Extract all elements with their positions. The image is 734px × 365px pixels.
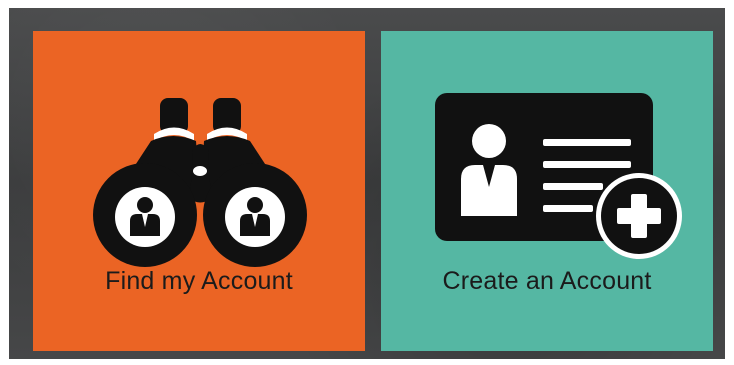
id-card-add-icon (381, 31, 713, 271)
account-options-panel: Find my Account Create an Account (9, 8, 725, 359)
find-my-account-label: Find my Account (105, 267, 293, 295)
create-an-account-button[interactable]: Create an Account (381, 31, 713, 351)
find-my-account-button[interactable]: Find my Account (33, 31, 365, 351)
binoculars-icon (33, 31, 365, 271)
create-an-account-label: Create an Account (442, 267, 652, 295)
